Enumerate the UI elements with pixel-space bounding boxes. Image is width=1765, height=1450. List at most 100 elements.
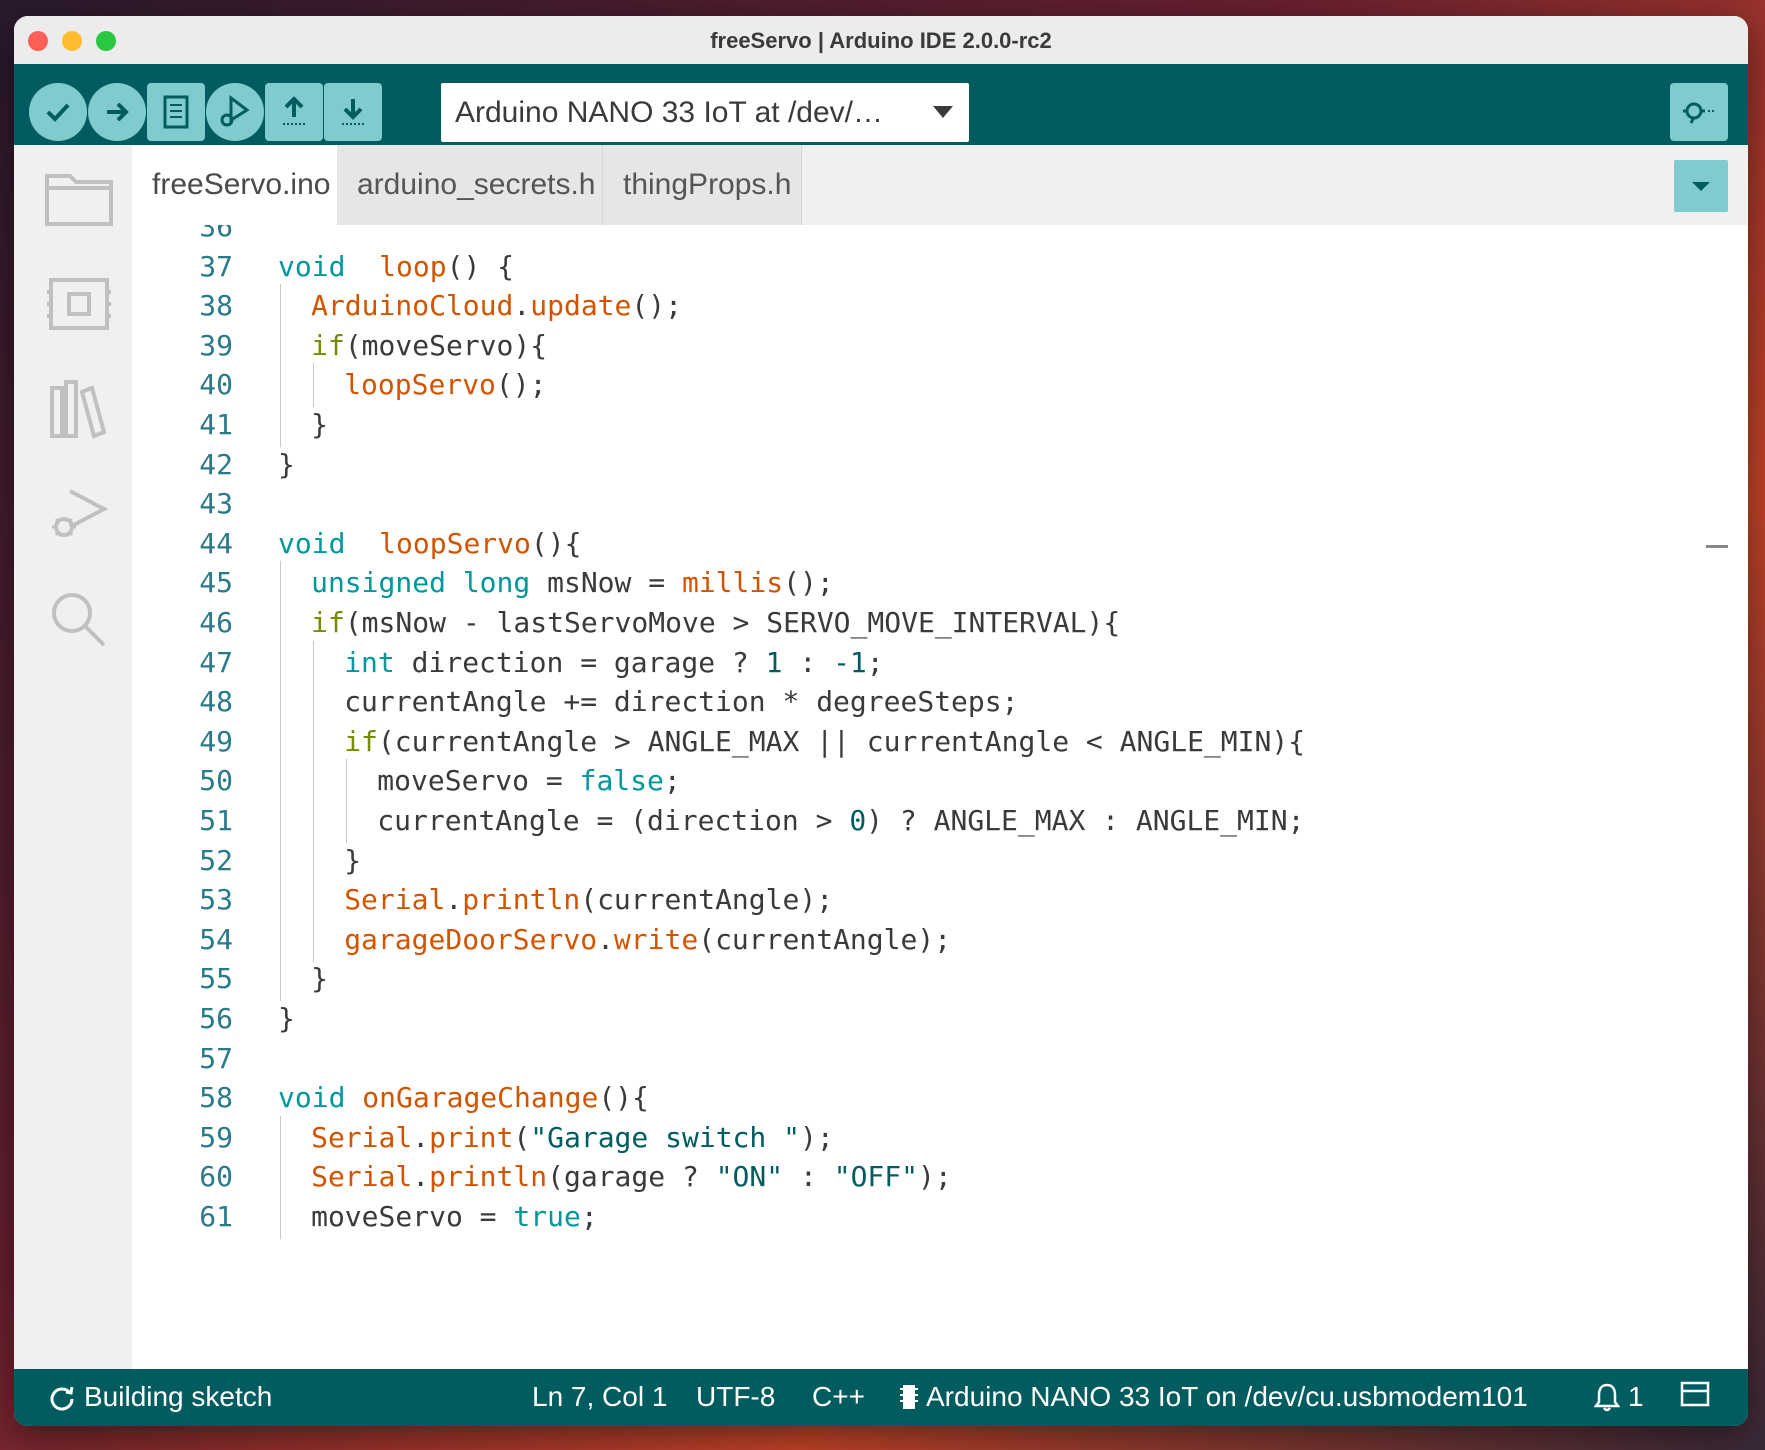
code-line[interactable]: 56} (132, 997, 1728, 1041)
code-line[interactable]: 60 Serial.println(garage ? "ON" : "OFF"); (132, 1155, 1728, 1199)
code-line[interactable]: 53 Serial.println(currentAngle); (132, 878, 1728, 922)
notifications[interactable]: 1 (1594, 1381, 1644, 1413)
code-line[interactable]: 47 int direction = garage ? 1 : -1; (132, 641, 1728, 685)
open-button[interactable] (265, 83, 323, 141)
debug-button[interactable] (206, 83, 264, 141)
indent-guide (313, 799, 315, 843)
sidebar-item-debug[interactable] (44, 481, 114, 551)
code-line[interactable]: 50 moveServo = false; (132, 759, 1728, 803)
tab-label: arduino_secrets.h (357, 168, 596, 201)
line-number: 57 (199, 1042, 233, 1075)
board-icon (47, 278, 111, 330)
indent-guide (313, 363, 315, 407)
code-line[interactable]: 48 currentAngle += direction * degreeStep… (132, 680, 1728, 724)
save-button[interactable] (324, 83, 382, 141)
line-number: 56 (199, 1002, 233, 1035)
line-number: 60 (199, 1160, 233, 1193)
encoding[interactable]: UTF-8 (696, 1381, 775, 1413)
code-line[interactable]: 51 currentAngle = (direction > 0) ? ANGLE… (132, 799, 1728, 843)
tab-freeservo-ino[interactable]: freeServo.ino (132, 145, 337, 225)
code-line[interactable]: 61 moveServo = true; (132, 1195, 1728, 1239)
line-number: 43 (199, 487, 233, 520)
code-token: } (311, 962, 328, 995)
debug-icon (52, 489, 109, 537)
title-bar: freeServo | Arduino IDE 2.0.0-rc2 (14, 16, 1748, 65)
code-token: moveServo = (377, 764, 580, 797)
sidebar-item-search[interactable] (44, 585, 114, 655)
line-number: 51 (199, 804, 233, 837)
code-line[interactable]: 42} (132, 443, 1728, 487)
code-line[interactable]: 52} (132, 839, 1728, 883)
panel-icon (1680, 1381, 1710, 1407)
code-editor[interactable]: 36 37 void loop() {38 ArduinoCloud.update()… (132, 225, 1728, 1385)
code-line[interactable]: 40 loopServo(); (132, 363, 1728, 407)
code-line[interactable]: 54 garageDoorServo.write(currentAngle); (132, 918, 1728, 962)
line-number: 54 (199, 923, 233, 956)
code-line[interactable]: 55} (132, 957, 1728, 1001)
cursor-position[interactable]: Ln 7, Col 1 (532, 1381, 667, 1413)
sidebar-item-library-manager[interactable] (44, 375, 114, 445)
indent-guide (280, 1155, 281, 1199)
code-token: ); (918, 1160, 952, 1193)
document-icon (163, 95, 189, 129)
code-token: garageDoorServo (344, 923, 598, 956)
code-line[interactable]: 38 ArduinoCloud.update(); (132, 284, 1728, 328)
window-title: freeServo | Arduino IDE 2.0.0-rc2 (710, 28, 1052, 53)
line-number: 40 (199, 368, 233, 401)
code-line[interactable]: 43 (132, 482, 1728, 526)
code-text: moveServo = false; (377, 759, 680, 803)
indent-guide (280, 680, 281, 724)
code-line[interactable]: 44 void loopServo(){ (132, 522, 1728, 566)
code-line[interactable]: 59 Serial.print("Garage switch "); (132, 1116, 1728, 1160)
serial-monitor-icon (1683, 102, 1714, 124)
code-line[interactable]: 57 (132, 1037, 1728, 1081)
code-text: currentAngle += direction * degreeSteps; (344, 680, 1018, 724)
code-token: } (278, 448, 295, 481)
code-line[interactable]: 46 if(msNow - lastServoMove > SERVO_MOVE_… (132, 601, 1728, 645)
code-token: int (344, 646, 395, 679)
code-line[interactable]: 49 if(currentAngle > ANGLE_MAX || current… (132, 720, 1728, 764)
code-token: true (513, 1200, 581, 1233)
sidebar-item-sketchbook[interactable] (44, 163, 114, 233)
line-number: 49 (199, 725, 233, 758)
serial-monitor-button[interactable] (1670, 83, 1728, 141)
code-token: ( (513, 1121, 531, 1154)
language-mode[interactable]: C++ (812, 1381, 865, 1413)
line-number: 48 (199, 685, 233, 718)
code-token: Serial (344, 883, 446, 916)
tab-arduino-secrets-h[interactable]: arduino_secrets.h (337, 145, 603, 225)
code-text: void loop() { (278, 245, 514, 289)
code-line[interactable]: 45 unsigned long msNow = millis(); (132, 561, 1728, 605)
indent-guide (280, 601, 281, 645)
code-line[interactable]: 37 void loop() { (132, 245, 1728, 289)
indent-guide (280, 284, 281, 328)
code-token: : (783, 1160, 834, 1193)
sidebar-item-boards-manager[interactable] (44, 269, 114, 339)
toggle-panel-button[interactable] (1680, 1381, 1710, 1407)
line-number: 59 (199, 1121, 233, 1154)
code-token: } (311, 408, 328, 441)
tab-menu-button[interactable] (1674, 160, 1728, 212)
code-line[interactable]: 41} (132, 403, 1728, 447)
code-token: "OFF" (833, 1160, 919, 1193)
code-token: . (513, 289, 531, 322)
verify-button[interactable] (29, 83, 87, 141)
code-token: loop (379, 250, 447, 283)
notification-count: 1 (1628, 1381, 1644, 1412)
board-selector[interactable]: Arduino NANO 33 IoT at /dev/… (441, 83, 969, 142)
line-number: 61 (199, 1200, 233, 1233)
code-line[interactable]: 58 void onGarageChange(){ (132, 1076, 1728, 1120)
code-token: (msNow - lastServoMove > SERVO_MOVE_INTE… (344, 606, 1121, 639)
code-token: moveServo = (311, 1200, 514, 1233)
code-token: (currentAngle > ANGLE_MAX || currentAngl… (377, 725, 1306, 758)
upload-button[interactable] (88, 83, 146, 141)
new-sketch-button[interactable] (147, 83, 205, 141)
tab-thingprops-h[interactable]: thingProps.h (603, 145, 802, 225)
indent-guide (280, 839, 281, 883)
code-line[interactable]: 39 if(moveServo){ (132, 324, 1728, 368)
code-token: ) ? ANGLE_MAX : ANGLE_MIN; (866, 804, 1305, 837)
board-port-status[interactable]: Arduino NANO 33 IoT on /dev/cu.usbmodem1… (900, 1381, 1528, 1413)
